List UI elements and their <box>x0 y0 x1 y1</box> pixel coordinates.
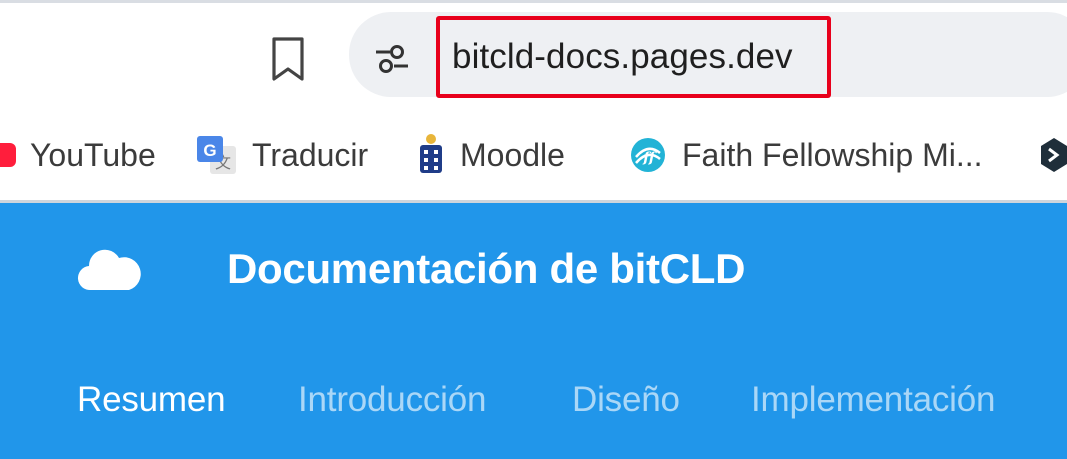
google-translate-icon: 文 G <box>197 136 236 174</box>
site-info-button[interactable] <box>370 37 414 81</box>
tune-icon <box>376 45 408 73</box>
docs-site-header: Documentación de bitCLD Resumen Introduc… <box>0 203 1067 459</box>
bookmark-moodle[interactable]: Moodle <box>416 132 565 178</box>
bookmark-youtube[interactable]: YouTube <box>0 132 156 178</box>
tab-diseno[interactable]: Diseño <box>572 373 680 427</box>
svg-text:G: G <box>203 141 216 160</box>
bookmark-star-button[interactable] <box>262 33 314 85</box>
tab-implementacion[interactable]: Implementación <box>751 373 995 427</box>
moodle-crest-icon <box>420 134 442 173</box>
bookmarks-bar: YouTube 文 G Traducir Moodle ff Faith Fel… <box>0 110 1067 200</box>
bookmark-traducir[interactable]: 文 G Traducir <box>196 132 368 178</box>
bookmark-faith-fellowship[interactable]: ff Faith Fellowship Mi... <box>628 132 983 178</box>
youtube-icon <box>0 143 16 167</box>
tab-resumen[interactable]: Resumen <box>77 373 226 427</box>
url-text[interactable]: bitcld-docs.pages.dev <box>452 34 793 80</box>
site-title[interactable]: Documentación de bitCLD <box>227 241 745 297</box>
faith-fellowship-icon: ff <box>631 138 665 172</box>
bookmark-label: YouTube <box>30 136 156 173</box>
bookmark-hexagon[interactable] <box>1040 132 1067 178</box>
tab-introduccion[interactable]: Introducción <box>298 373 486 427</box>
site-nav-tabs: Resumen Introducción Diseño Implementaci… <box>0 373 1067 427</box>
hexagon-logo-icon <box>1041 138 1067 172</box>
bookmark-label: Moodle <box>460 136 565 173</box>
cloud-icon <box>77 249 141 291</box>
bookmark-label: Faith Fellowship Mi... <box>682 136 983 173</box>
site-logo[interactable] <box>77 246 141 299</box>
bookmark-icon <box>272 37 304 81</box>
bookmark-label: Traducir <box>252 136 369 173</box>
